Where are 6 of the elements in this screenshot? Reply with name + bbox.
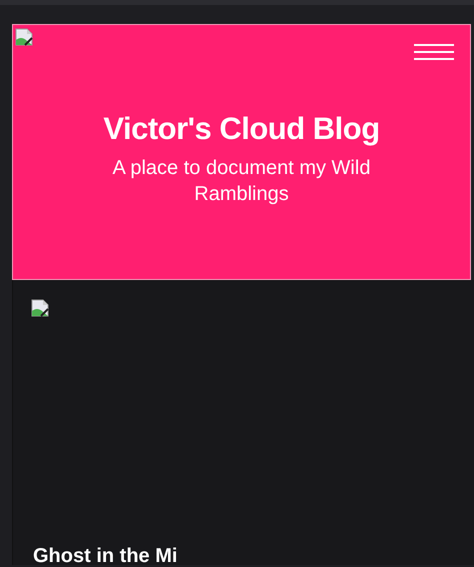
broken-image-icon [31,299,49,317]
broken-image-icon [15,28,33,46]
post-title[interactable]: Ghost in the Mi [33,545,178,567]
blog-title: Victor's Cloud Blog [103,111,380,147]
blog-subtitle: A place to document my Wild Ramblings [112,156,372,207]
menu-button[interactable] [414,44,454,60]
